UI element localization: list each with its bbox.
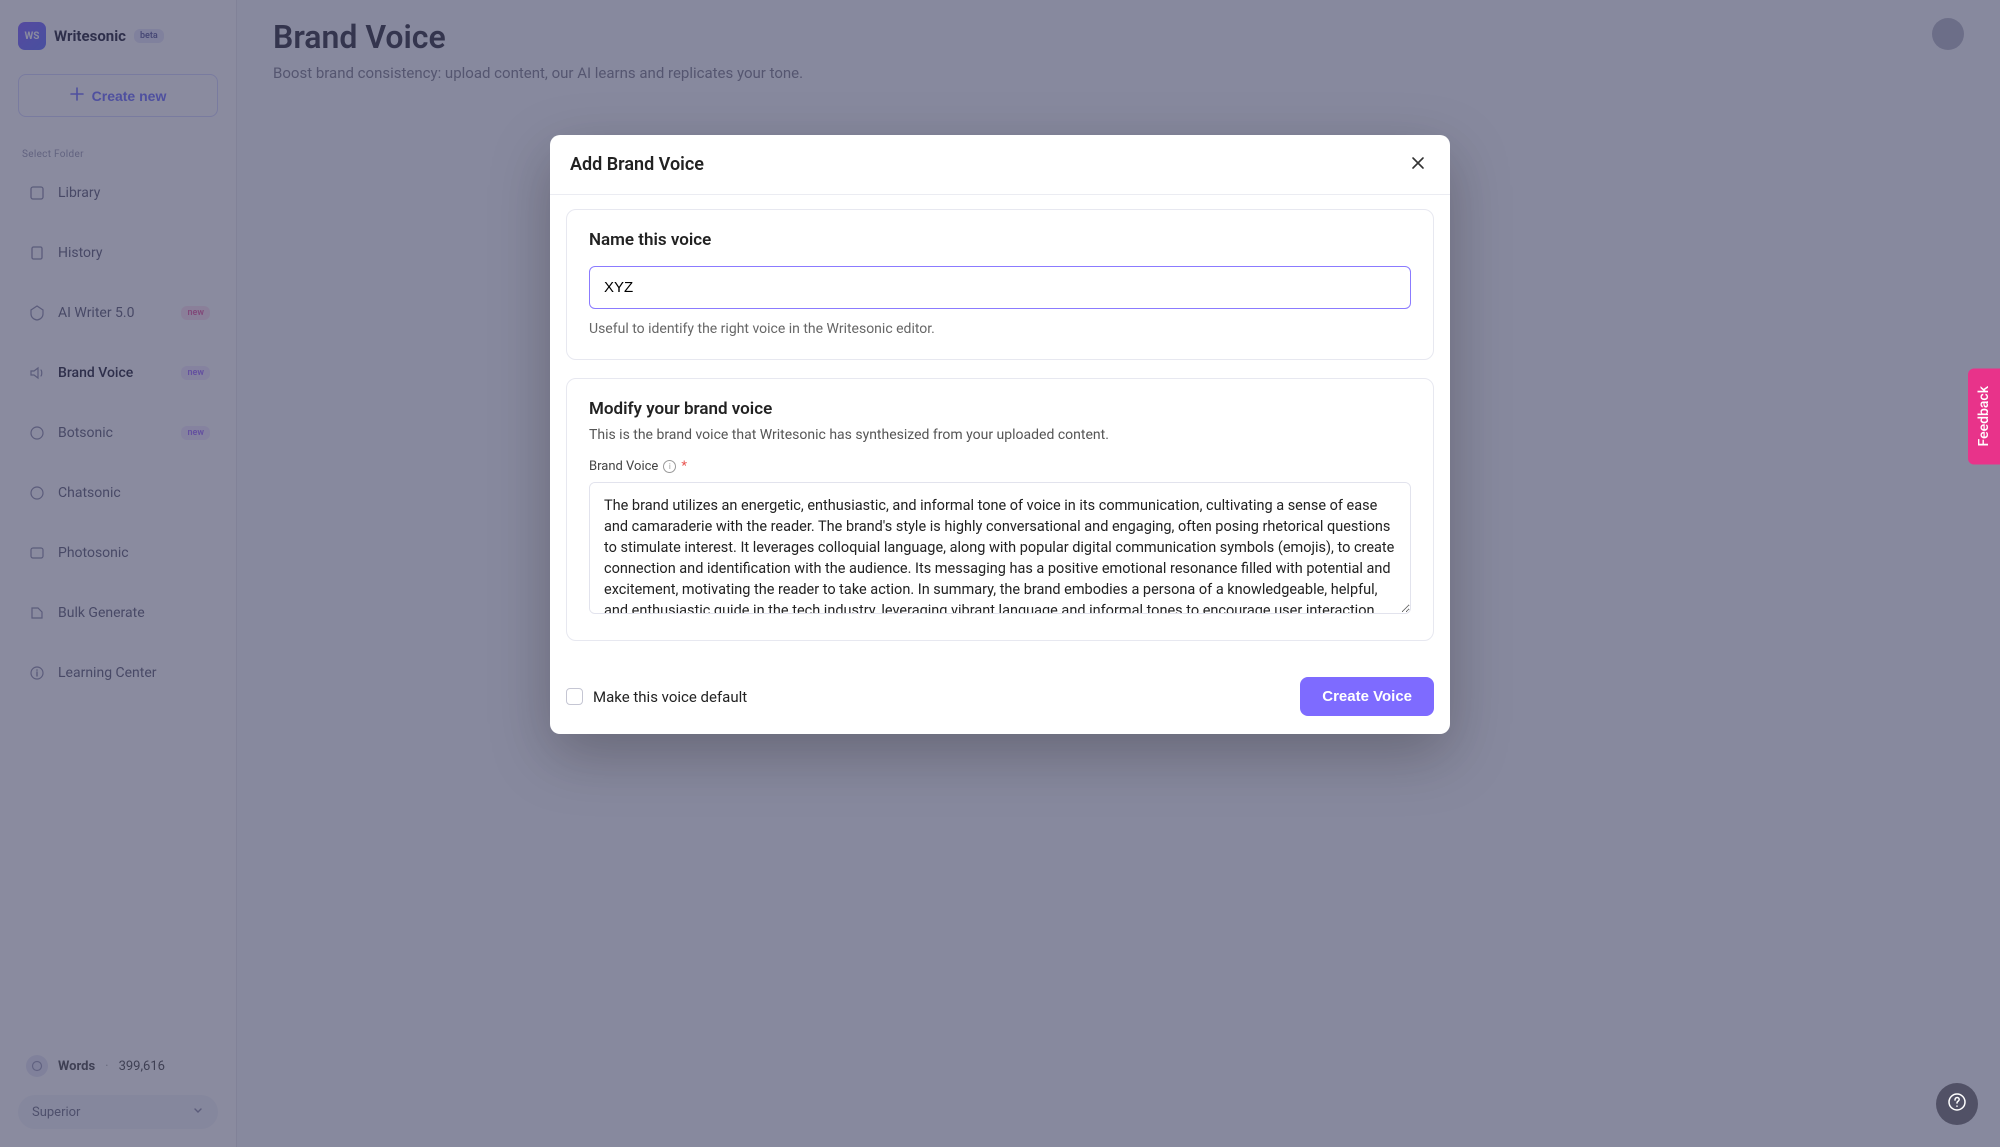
modal-title: Add Brand Voice: [570, 154, 704, 175]
make-default-label: Make this voice default: [593, 688, 747, 706]
close-icon: [1410, 155, 1426, 174]
name-voice-title: Name this voice: [589, 230, 1411, 250]
make-default-checkbox[interactable]: [566, 688, 583, 705]
create-voice-button[interactable]: Create Voice: [1300, 677, 1434, 716]
modal-footer: Make this voice default Create Voice: [550, 673, 1450, 734]
modify-voice-title: Modify your brand voice: [589, 399, 1411, 419]
brand-voice-textarea[interactable]: [589, 482, 1411, 614]
brand-voice-field-label: Brand Voice i *: [589, 459, 1411, 474]
voice-name-input[interactable]: [589, 266, 1411, 309]
feedback-tab[interactable]: Feedback: [1968, 368, 2000, 464]
help-fab[interactable]: [1936, 1083, 1978, 1125]
close-button[interactable]: [1406, 151, 1430, 178]
name-voice-card: Name this voice Useful to identify the r…: [566, 209, 1434, 360]
voice-name-helper: Useful to identify the right voice in th…: [589, 321, 1411, 337]
modal-body: Name this voice Useful to identify the r…: [550, 195, 1450, 673]
modify-voice-desc: This is the brand voice that Writesonic …: [589, 427, 1411, 443]
add-brand-voice-modal: Add Brand Voice Name this voice Useful t…: [550, 135, 1450, 734]
modal-header: Add Brand Voice: [550, 135, 1450, 195]
help-icon: [1947, 1092, 1967, 1117]
modal-overlay[interactable]: Add Brand Voice Name this voice Useful t…: [0, 0, 2000, 1147]
modify-voice-card: Modify your brand voice This is the bran…: [566, 378, 1434, 641]
info-icon[interactable]: i: [663, 460, 676, 473]
make-default-row[interactable]: Make this voice default: [566, 688, 747, 706]
required-indicator: *: [681, 459, 687, 474]
